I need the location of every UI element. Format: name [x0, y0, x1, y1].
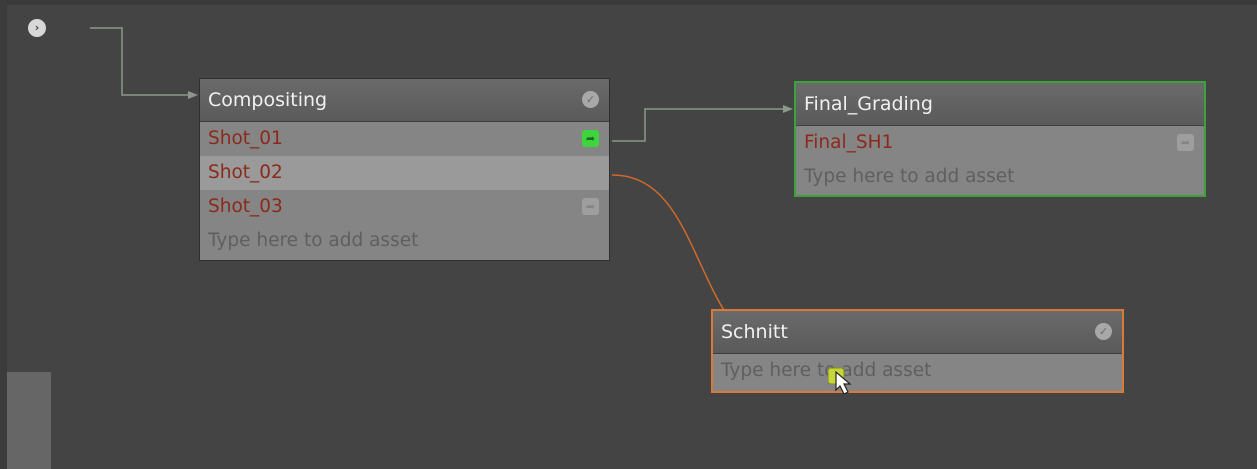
node-title: Compositing [208, 89, 328, 111]
hand-pointer-icon [828, 367, 852, 395]
check-circle-icon[interactable]: ✓ [1095, 323, 1112, 340]
node-final-grading[interactable]: Final_Grading Final_SH1 ➦ Type here to a… [794, 81, 1206, 197]
add-asset-input[interactable]: Type here to add asset [200, 224, 609, 258]
asset-row-shot-01[interactable]: Shot_01 ➦ [200, 122, 609, 156]
share-arrow-icon[interactable]: ➦ [582, 130, 599, 147]
asset-row-shot-02[interactable]: Shot_02 [200, 156, 609, 190]
check-circle-icon[interactable]: ✓ [582, 91, 599, 108]
add-asset-input[interactable]: Type here to add asset [796, 160, 1204, 194]
node-schnitt[interactable]: Schnitt ✓ Type here to add asset [711, 309, 1124, 393]
node-title: Final_Grading [804, 93, 933, 115]
connection-layer [90, 27, 836, 376]
node-compositing[interactable]: Compositing ✓ Shot_01 ➦ Shot_02 Shot_03 … [199, 78, 610, 261]
node-header[interactable]: Schnitt ✓ [713, 311, 1122, 354]
asset-label: Shot_03 [208, 196, 283, 217]
asset-row-final-sh1[interactable]: Final_SH1 ➦ [796, 126, 1204, 160]
node-header[interactable]: Final_Grading [796, 83, 1204, 126]
share-arrow-icon[interactable]: ➦ [1177, 134, 1194, 151]
asset-label: Shot_02 [208, 162, 283, 183]
wire-shot01-to-final-grading [612, 108, 786, 142]
wire-start-to-compositing [90, 27, 194, 96]
add-asset-input[interactable]: Type here to add asset [713, 354, 1122, 388]
share-arrow-icon[interactable]: ➦ [582, 198, 599, 215]
node-title: Schnitt [721, 321, 788, 343]
wire-arrowhead [783, 105, 793, 113]
node-header[interactable]: Compositing ✓ [200, 79, 609, 122]
wire-arrowhead [188, 91, 198, 99]
asset-row-shot-03[interactable]: Shot_03 ➦ [200, 190, 609, 224]
asset-label: Final_SH1 [804, 132, 894, 153]
asset-label: Shot_01 [208, 128, 283, 149]
